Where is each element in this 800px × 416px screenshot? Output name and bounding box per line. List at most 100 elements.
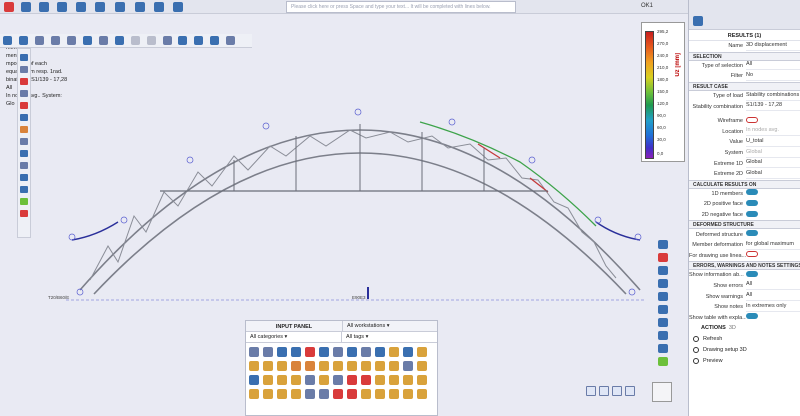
tool-icon[interactable] <box>333 347 343 357</box>
drawing-toggle[interactable] <box>746 251 758 258</box>
arc-icon[interactable] <box>20 78 28 85</box>
result-icon[interactable] <box>658 266 668 275</box>
tool-icon[interactable] <box>375 389 385 399</box>
drawing-setup-action[interactable]: Drawing setup 3D <box>689 345 800 356</box>
tool-icon[interactable] <box>417 375 427 385</box>
tool-icon[interactable] <box>291 375 301 385</box>
cut-icon[interactable] <box>210 36 220 45</box>
negative2d-toggle[interactable] <box>746 210 758 217</box>
type-selection-select[interactable]: All <box>746 61 800 71</box>
type-load-select[interactable]: Stability combinations <box>746 92 800 101</box>
deformed-toggle[interactable] <box>746 230 758 237</box>
tool-icon[interactable] <box>347 361 357 371</box>
print-icon[interactable] <box>226 36 236 45</box>
tool-icon[interactable] <box>263 361 273 371</box>
show-icon[interactable] <box>146 36 156 45</box>
filter-icon[interactable] <box>66 36 76 45</box>
tool-icon[interactable] <box>305 389 315 399</box>
preview-action[interactable]: Preview <box>689 356 800 367</box>
name-field[interactable]: 3D displacement <box>746 42 800 51</box>
more-view-icon[interactable] <box>625 386 635 396</box>
tool-icon[interactable] <box>403 361 413 371</box>
tool-icon[interactable] <box>389 361 399 371</box>
tool-icon[interactable] <box>375 375 385 385</box>
show-info-toggle[interactable] <box>746 270 758 277</box>
grid-toggle-icon[interactable] <box>658 305 668 314</box>
tool-icon[interactable] <box>375 347 385 357</box>
mail-icon[interactable] <box>115 2 125 12</box>
tool-icon[interactable] <box>361 375 371 385</box>
section-deformed[interactable]: DEFORMED STRUCTURE <box>689 220 800 230</box>
frame-icon[interactable] <box>194 36 204 45</box>
measure-icon[interactable] <box>20 186 28 193</box>
tool-icon[interactable] <box>249 375 259 385</box>
array-icon[interactable] <box>20 162 28 169</box>
tool-icon[interactable] <box>389 375 399 385</box>
view-cube[interactable] <box>652 382 672 402</box>
tool-icon[interactable] <box>249 361 259 371</box>
user-icon[interactable] <box>173 2 183 12</box>
select-icon[interactable] <box>3 36 12 45</box>
tool-icon[interactable] <box>319 361 329 371</box>
zoom-fit-icon[interactable] <box>586 386 596 396</box>
tool-icon[interactable] <box>319 347 329 357</box>
tool-icon[interactable] <box>305 375 315 385</box>
pointer-icon[interactable] <box>20 54 28 61</box>
layers-icon[interactable] <box>20 174 28 181</box>
show-warnings-select[interactable]: All <box>746 292 800 302</box>
view-icon[interactable] <box>95 2 105 12</box>
new-file-icon[interactable] <box>21 2 31 12</box>
hide-icon[interactable] <box>130 36 140 45</box>
tool-icon[interactable] <box>389 347 399 357</box>
tool-icon[interactable] <box>277 361 287 371</box>
tool-icon[interactable] <box>347 389 357 399</box>
tool-icon[interactable] <box>389 389 399 399</box>
tool-icon[interactable] <box>263 375 273 385</box>
show-table-toggle[interactable] <box>746 313 758 320</box>
refresh-action[interactable]: Refresh <box>689 334 800 345</box>
tool-icon[interactable] <box>361 389 371 399</box>
section-icon[interactable] <box>82 36 92 45</box>
pencil-icon[interactable] <box>20 198 28 205</box>
tool-icon[interactable] <box>417 389 427 399</box>
layers-stack-icon[interactable] <box>658 279 668 288</box>
tool-icon[interactable] <box>319 389 329 399</box>
positive2d-toggle[interactable] <box>746 199 758 206</box>
calculate-icon[interactable] <box>154 2 164 12</box>
tool-icon[interactable] <box>319 375 329 385</box>
camera-icon[interactable] <box>178 36 188 45</box>
ruler-icon[interactable] <box>658 318 668 327</box>
tool-icon[interactable] <box>417 361 427 371</box>
tool-icon[interactable] <box>249 347 259 357</box>
tool-icon[interactable] <box>291 361 301 371</box>
categories-dropdown[interactable]: All categories ▾ <box>246 332 341 342</box>
rotate-icon[interactable] <box>20 126 28 133</box>
app-logo-icon[interactable] <box>4 2 14 12</box>
line-icon[interactable] <box>20 66 28 73</box>
paint-icon[interactable] <box>658 357 668 366</box>
label-toggle-icon[interactable] <box>658 292 668 301</box>
node-icon[interactable] <box>98 36 108 45</box>
panel-icon[interactable] <box>658 344 668 353</box>
display-icon[interactable] <box>114 36 124 45</box>
move-icon[interactable] <box>20 114 28 121</box>
tool-icon[interactable] <box>263 389 273 399</box>
zoom-icon[interactable] <box>658 240 668 249</box>
section-errors[interactable]: ERRORS, WARNINGS AND NOTES SETTINGS <box>689 261 800 271</box>
workstations-dropdown[interactable]: All workstations ▾ <box>342 321 437 331</box>
tool-icon[interactable] <box>403 347 413 357</box>
show-errors-select[interactable]: All <box>746 281 800 291</box>
tool-icon[interactable] <box>333 361 343 371</box>
tool-icon[interactable] <box>347 375 357 385</box>
tool-icon[interactable] <box>277 375 287 385</box>
pan-view-icon[interactable] <box>612 386 622 396</box>
tool-icon[interactable] <box>375 361 385 371</box>
system-select[interactable]: Global <box>746 149 800 158</box>
section-result-case[interactable]: RESULT CASE <box>689 81 800 91</box>
extreme1d-select[interactable]: Global <box>746 159 800 169</box>
table-icon[interactable] <box>658 331 668 340</box>
tool-icon[interactable] <box>403 389 413 399</box>
rotate-view-icon[interactable] <box>599 386 609 396</box>
location-select[interactable]: In nodes avg. <box>746 127 800 137</box>
view-3d-icon[interactable] <box>50 36 60 45</box>
